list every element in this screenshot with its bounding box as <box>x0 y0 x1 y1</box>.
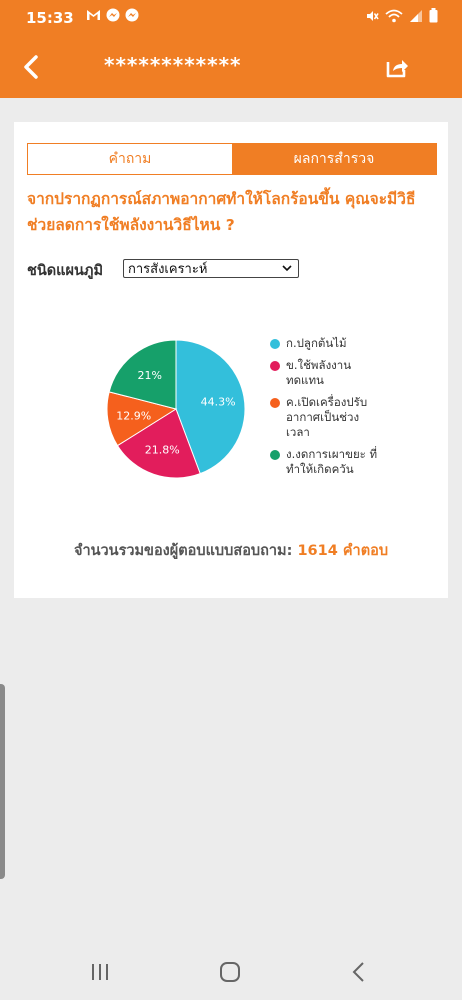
legend-item: ข.ใช้พลังงานทดแทน <box>270 358 380 388</box>
legend-swatch <box>270 398 280 408</box>
gmail-icon <box>87 10 100 20</box>
signal-icon <box>410 9 422 22</box>
wifi-icon <box>385 9 403 22</box>
legend-item: ค.เปิดเครื่องปรับอากาศเป็นช่วงเวลา <box>270 395 380 440</box>
share-icon[interactable] <box>384 54 410 80</box>
legend-label: ง.งดการเผาขยะ ที่ทำให้เกิดควัน <box>286 447 378 476</box>
battery-icon <box>429 8 438 23</box>
legend-label: ข.ใช้พลังงานทดแทน <box>286 358 352 387</box>
legend-item: ก.ปลูกต้นไม้ <box>270 336 380 351</box>
messenger-icon <box>125 8 139 22</box>
legend-label: ก.ปลูกต้นไม้ <box>286 336 347 350</box>
pie-slice-label: 21.8% <box>145 444 180 457</box>
scroll-handle[interactable] <box>0 684 5 879</box>
recent-apps-icon[interactable] <box>86 958 114 986</box>
messenger-icon <box>106 8 120 22</box>
app-bar: ************ <box>0 36 462 98</box>
total-count: 1614 คำตอบ <box>297 543 389 559</box>
chart-legend: ก.ปลูกต้นไม้ ข.ใช้พลังงานทดแทน ค.เปิดเคร… <box>270 336 380 484</box>
pie-slice-label: 44.3% <box>201 395 236 408</box>
status-bar: 15:33 <box>0 0 462 36</box>
home-icon[interactable] <box>216 958 244 986</box>
app-title: ************ <box>104 53 242 77</box>
pie-slice-label: 12.9% <box>116 410 151 423</box>
back-icon[interactable] <box>345 958 373 986</box>
pie-slice-label: 21% <box>138 369 162 382</box>
legend-item: ง.งดการเผาขยะ ที่ทำให้เกิดควัน <box>270 447 380 477</box>
total-label: จำนวนรวมของผู้ตอบแบบสอบถาม: <box>73 543 293 559</box>
survey-card: คำถาม ผลการสำรวจ จากปรากฏการณ์สภาพอากาศท… <box>14 122 448 598</box>
pie-chart: 44.3% 21.8% 12.9% 21% <box>106 339 246 479</box>
status-time: 15:33 <box>26 9 74 27</box>
total-responses: จำนวนรวมของผู้ตอบแบบสอบถาม: 1614 คำตอบ <box>14 539 448 562</box>
back-arrow-icon[interactable] <box>18 52 48 82</box>
mute-icon <box>367 10 379 21</box>
system-nav-bar <box>0 944 462 1000</box>
legend-swatch <box>270 450 280 460</box>
legend-label: ค.เปิดเครื่องปรับอากาศเป็นช่วงเวลา <box>286 395 368 439</box>
legend-swatch <box>270 361 280 371</box>
legend-swatch <box>270 339 280 349</box>
